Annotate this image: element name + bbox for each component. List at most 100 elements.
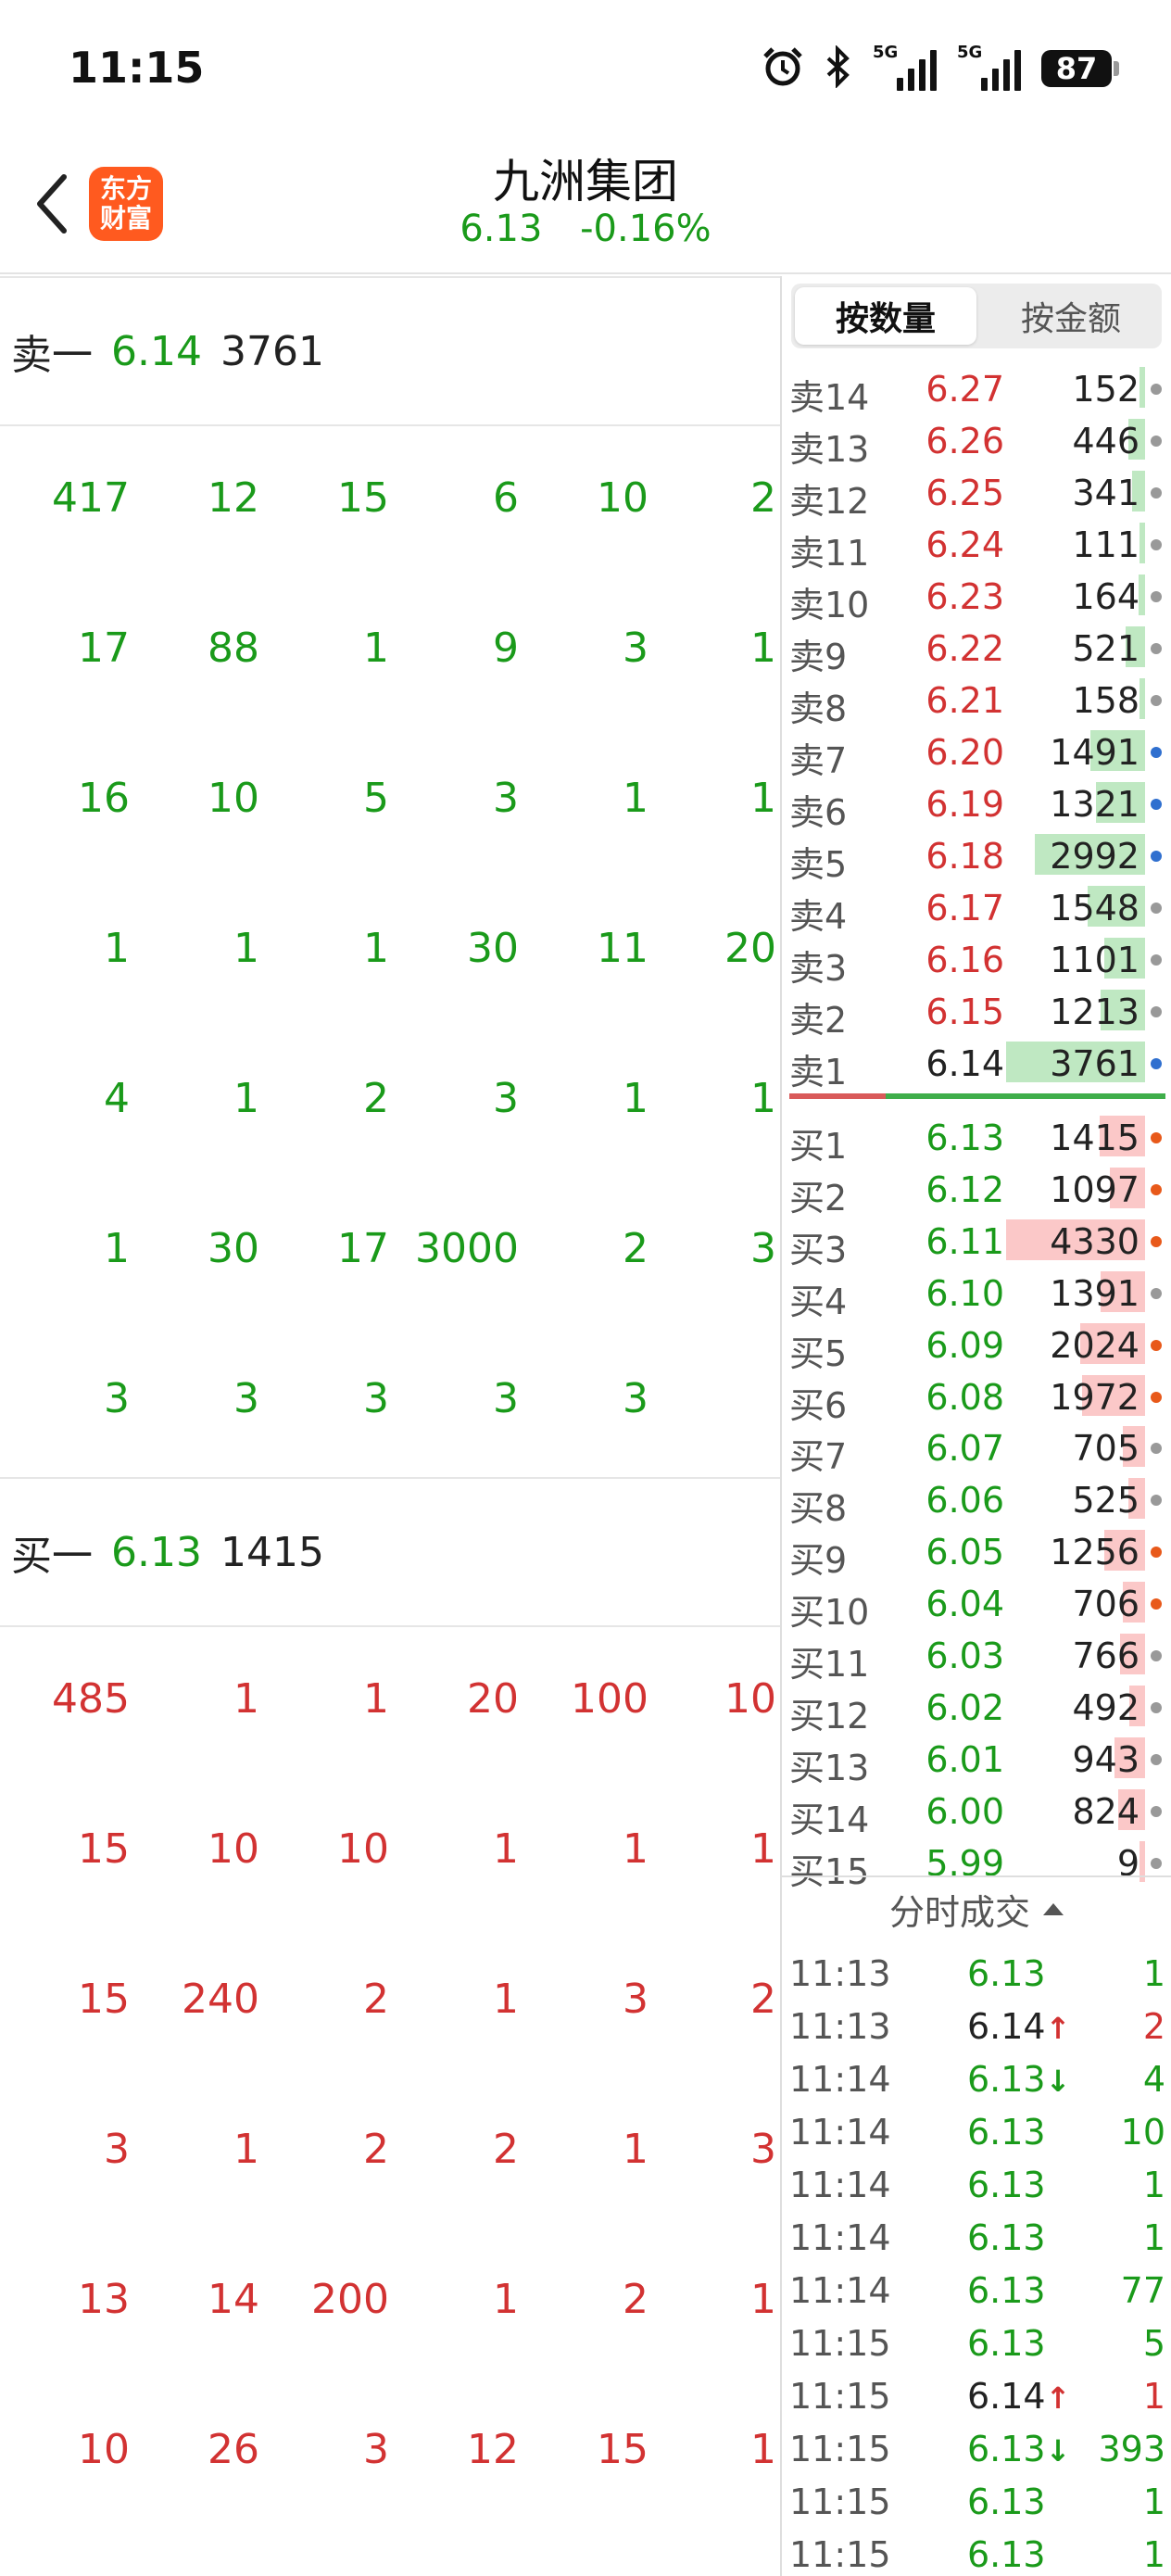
- trade-price: 6.13↓: [967, 2429, 1080, 2469]
- buy-order-price: 6.01: [925, 1738, 1004, 1780]
- buy-order-row[interactable]: 买5 6.09 2024: [782, 1318, 1171, 1374]
- order-dot-icon: [1151, 1650, 1162, 1661]
- trade-volume: 1: [1142, 2165, 1165, 2205]
- stock-change: -0.16%: [580, 208, 711, 250]
- trade-time: 11:15: [789, 2534, 891, 2575]
- order-dot-icon: [1151, 1183, 1162, 1195]
- sell-order-row[interactable]: 卖4 6.17 1548: [782, 880, 1171, 937]
- sell-order-price: 6.27: [925, 369, 1004, 410]
- buy-order-row[interactable]: 买12 6.02 492: [782, 1680, 1171, 1736]
- sell-queue-cell: 3: [233, 1375, 259, 1422]
- sell-order-row[interactable]: 卖8 6.21 158: [782, 673, 1171, 729]
- sell-queue-cell: 3: [623, 1375, 648, 1422]
- sell-order-label: 卖13: [789, 429, 870, 470]
- sell-order-row[interactable]: 卖3 6.16 1101: [782, 932, 1171, 989]
- buy-order-volume: 525: [1072, 1480, 1140, 1522]
- buy-order-row[interactable]: 买10 6.04 706: [782, 1576, 1171, 1633]
- sell-order-row[interactable]: 卖9 6.22 521: [782, 621, 1171, 677]
- sell-order-row[interactable]: 卖7 6.20 1491: [782, 725, 1171, 781]
- trades-toggle[interactable]: 分时成交: [782, 1875, 1171, 1940]
- buy-order-row[interactable]: 买6 6.08 1972: [782, 1370, 1171, 1426]
- tab-by-amount[interactable]: 按金额: [980, 284, 1162, 348]
- order-dot-icon: [1151, 1235, 1162, 1247]
- sell-order-row[interactable]: 卖14 6.27 152: [782, 361, 1171, 418]
- sell-order-row[interactable]: 卖12 6.25 341: [782, 465, 1171, 522]
- sell-queue-cell: 1: [750, 625, 776, 672]
- buy-level-volume: 1415: [220, 1528, 324, 1576]
- buy-order-price: 6.03: [925, 1635, 1004, 1676]
- trade-price-value: 6.13: [967, 2534, 1046, 2575]
- buy-order-row[interactable]: 买3 6.11 4330: [782, 1214, 1171, 1270]
- sell-queue-grid: 417 12 15 6 10 2 17 88 1 9 3 1 16 10 5 3 1 1 1 1 1 30 11 20 4 1 2 3…: [0, 426, 780, 1477]
- sell-queue-cell: 12: [208, 474, 259, 522]
- sell-order-volume: 446: [1072, 421, 1140, 461]
- buy-order-row[interactable]: 买4 6.10 1391: [782, 1266, 1171, 1322]
- sell-order-row[interactable]: 卖11 6.24 111: [782, 517, 1171, 574]
- trade-price-value: 6.13: [967, 1953, 1046, 1994]
- buy-order-row[interactable]: 买2 6.12 1097: [782, 1162, 1171, 1219]
- buy-order-price: 6.08: [925, 1376, 1004, 1418]
- sell-order-volume: 152: [1072, 369, 1140, 410]
- order-dot-icon: [1151, 1287, 1162, 1299]
- buy-order-row[interactable]: 买1 6.13 1415: [782, 1110, 1171, 1167]
- sell-queue-cell: 4: [104, 1075, 130, 1122]
- buy-level-label: 买一: [11, 1533, 93, 1580]
- trade-price-value: 6.14: [967, 2006, 1046, 2047]
- sell-queue-cell: 5: [363, 775, 389, 822]
- sell-order-volume: 1491: [1050, 732, 1140, 773]
- sell-order-row[interactable]: 卖13 6.26 446: [782, 413, 1171, 470]
- trade-price: 6.13: [967, 2270, 1080, 2311]
- sell-order-price: 6.26: [925, 421, 1004, 461]
- buy-order-label: 买8: [789, 1488, 848, 1530]
- buy-order-price: 6.13: [925, 1118, 1004, 1158]
- trade-row: 11:15 6.14↑ 1: [782, 2368, 1171, 2421]
- app-logo[interactable]: 东方 财富: [89, 167, 163, 241]
- sell-order-row[interactable]: 卖1 6.14 3761: [782, 1036, 1171, 1092]
- trade-price-value: 6.13: [967, 2323, 1046, 2364]
- sell-order-row[interactable]: 卖5 6.18 2992: [782, 828, 1171, 885]
- sell-queue-row: 1 1 1 30 11 20: [0, 877, 780, 1027]
- sell-queue-cell: 17: [78, 625, 130, 672]
- trade-row: 11:14 6.13 1: [782, 2157, 1171, 2210]
- buy-order-row[interactable]: 买13 6.01 943: [782, 1732, 1171, 1788]
- sell-order-price: 6.20: [925, 732, 1004, 773]
- buy-order-label: 买5: [789, 1332, 848, 1374]
- trade-time: 11:15: [789, 2481, 891, 2522]
- buy-queue-cell: 3: [623, 1976, 648, 2023]
- sell-order-volume: 111: [1072, 524, 1140, 565]
- buy-order-row[interactable]: 买14 6.00 824: [782, 1784, 1171, 1840]
- buy-order-row[interactable]: 买7 6.07 705: [782, 1421, 1171, 1477]
- buy-order-volume: 706: [1072, 1584, 1140, 1625]
- sell-order-row[interactable]: 卖10 6.23 164: [782, 569, 1171, 625]
- trade-volume: 393: [1098, 2429, 1165, 2469]
- buy-order-row[interactable]: 买9 6.05 1256: [782, 1524, 1171, 1581]
- trade-price-value: 6.13: [967, 2112, 1046, 2153]
- sell-queue-cell: 1: [623, 1075, 648, 1122]
- network-label: 5G: [957, 43, 983, 62]
- trade-row: 11:15 6.13 1: [782, 2527, 1171, 2576]
- buy-order-price: 6.04: [925, 1584, 1004, 1625]
- sell-order-row[interactable]: 卖2 6.15 1213: [782, 984, 1171, 1041]
- sell-order-price: 6.14: [925, 1043, 1004, 1084]
- stock-quote: 6.13 -0.16%: [0, 208, 1171, 250]
- order-dot-icon: [1151, 1701, 1162, 1713]
- buy-order-row[interactable]: 买11 6.03 766: [782, 1628, 1171, 1685]
- buy-order-label: 买9: [789, 1540, 848, 1582]
- order-dot-icon: [1151, 1006, 1162, 1017]
- sell-queue-cell: 2: [623, 1225, 648, 1272]
- buy-order-volume: 2024: [1050, 1324, 1140, 1366]
- sell-queue-cell: 1: [623, 775, 648, 822]
- back-button[interactable]: [19, 167, 83, 241]
- sell-order-row[interactable]: 卖6 6.19 1321: [782, 777, 1171, 833]
- buy-order-price: 6.10: [925, 1272, 1004, 1314]
- tab-by-quantity[interactable]: 按数量: [795, 287, 976, 345]
- sell-queue-cell: 3: [493, 775, 519, 822]
- trade-price-value: 6.13: [967, 2270, 1046, 2311]
- view-mode-tabs: 按数量 按金额: [791, 284, 1162, 348]
- sell-queue-cell: 417: [52, 474, 130, 522]
- network-label: 5G: [873, 43, 899, 62]
- order-dot-icon: [1151, 1132, 1162, 1143]
- buy-order-row[interactable]: 买8 6.06 525: [782, 1472, 1171, 1529]
- chevron-left-icon: [37, 174, 67, 234]
- caret-up-icon: [1043, 1903, 1064, 1915]
